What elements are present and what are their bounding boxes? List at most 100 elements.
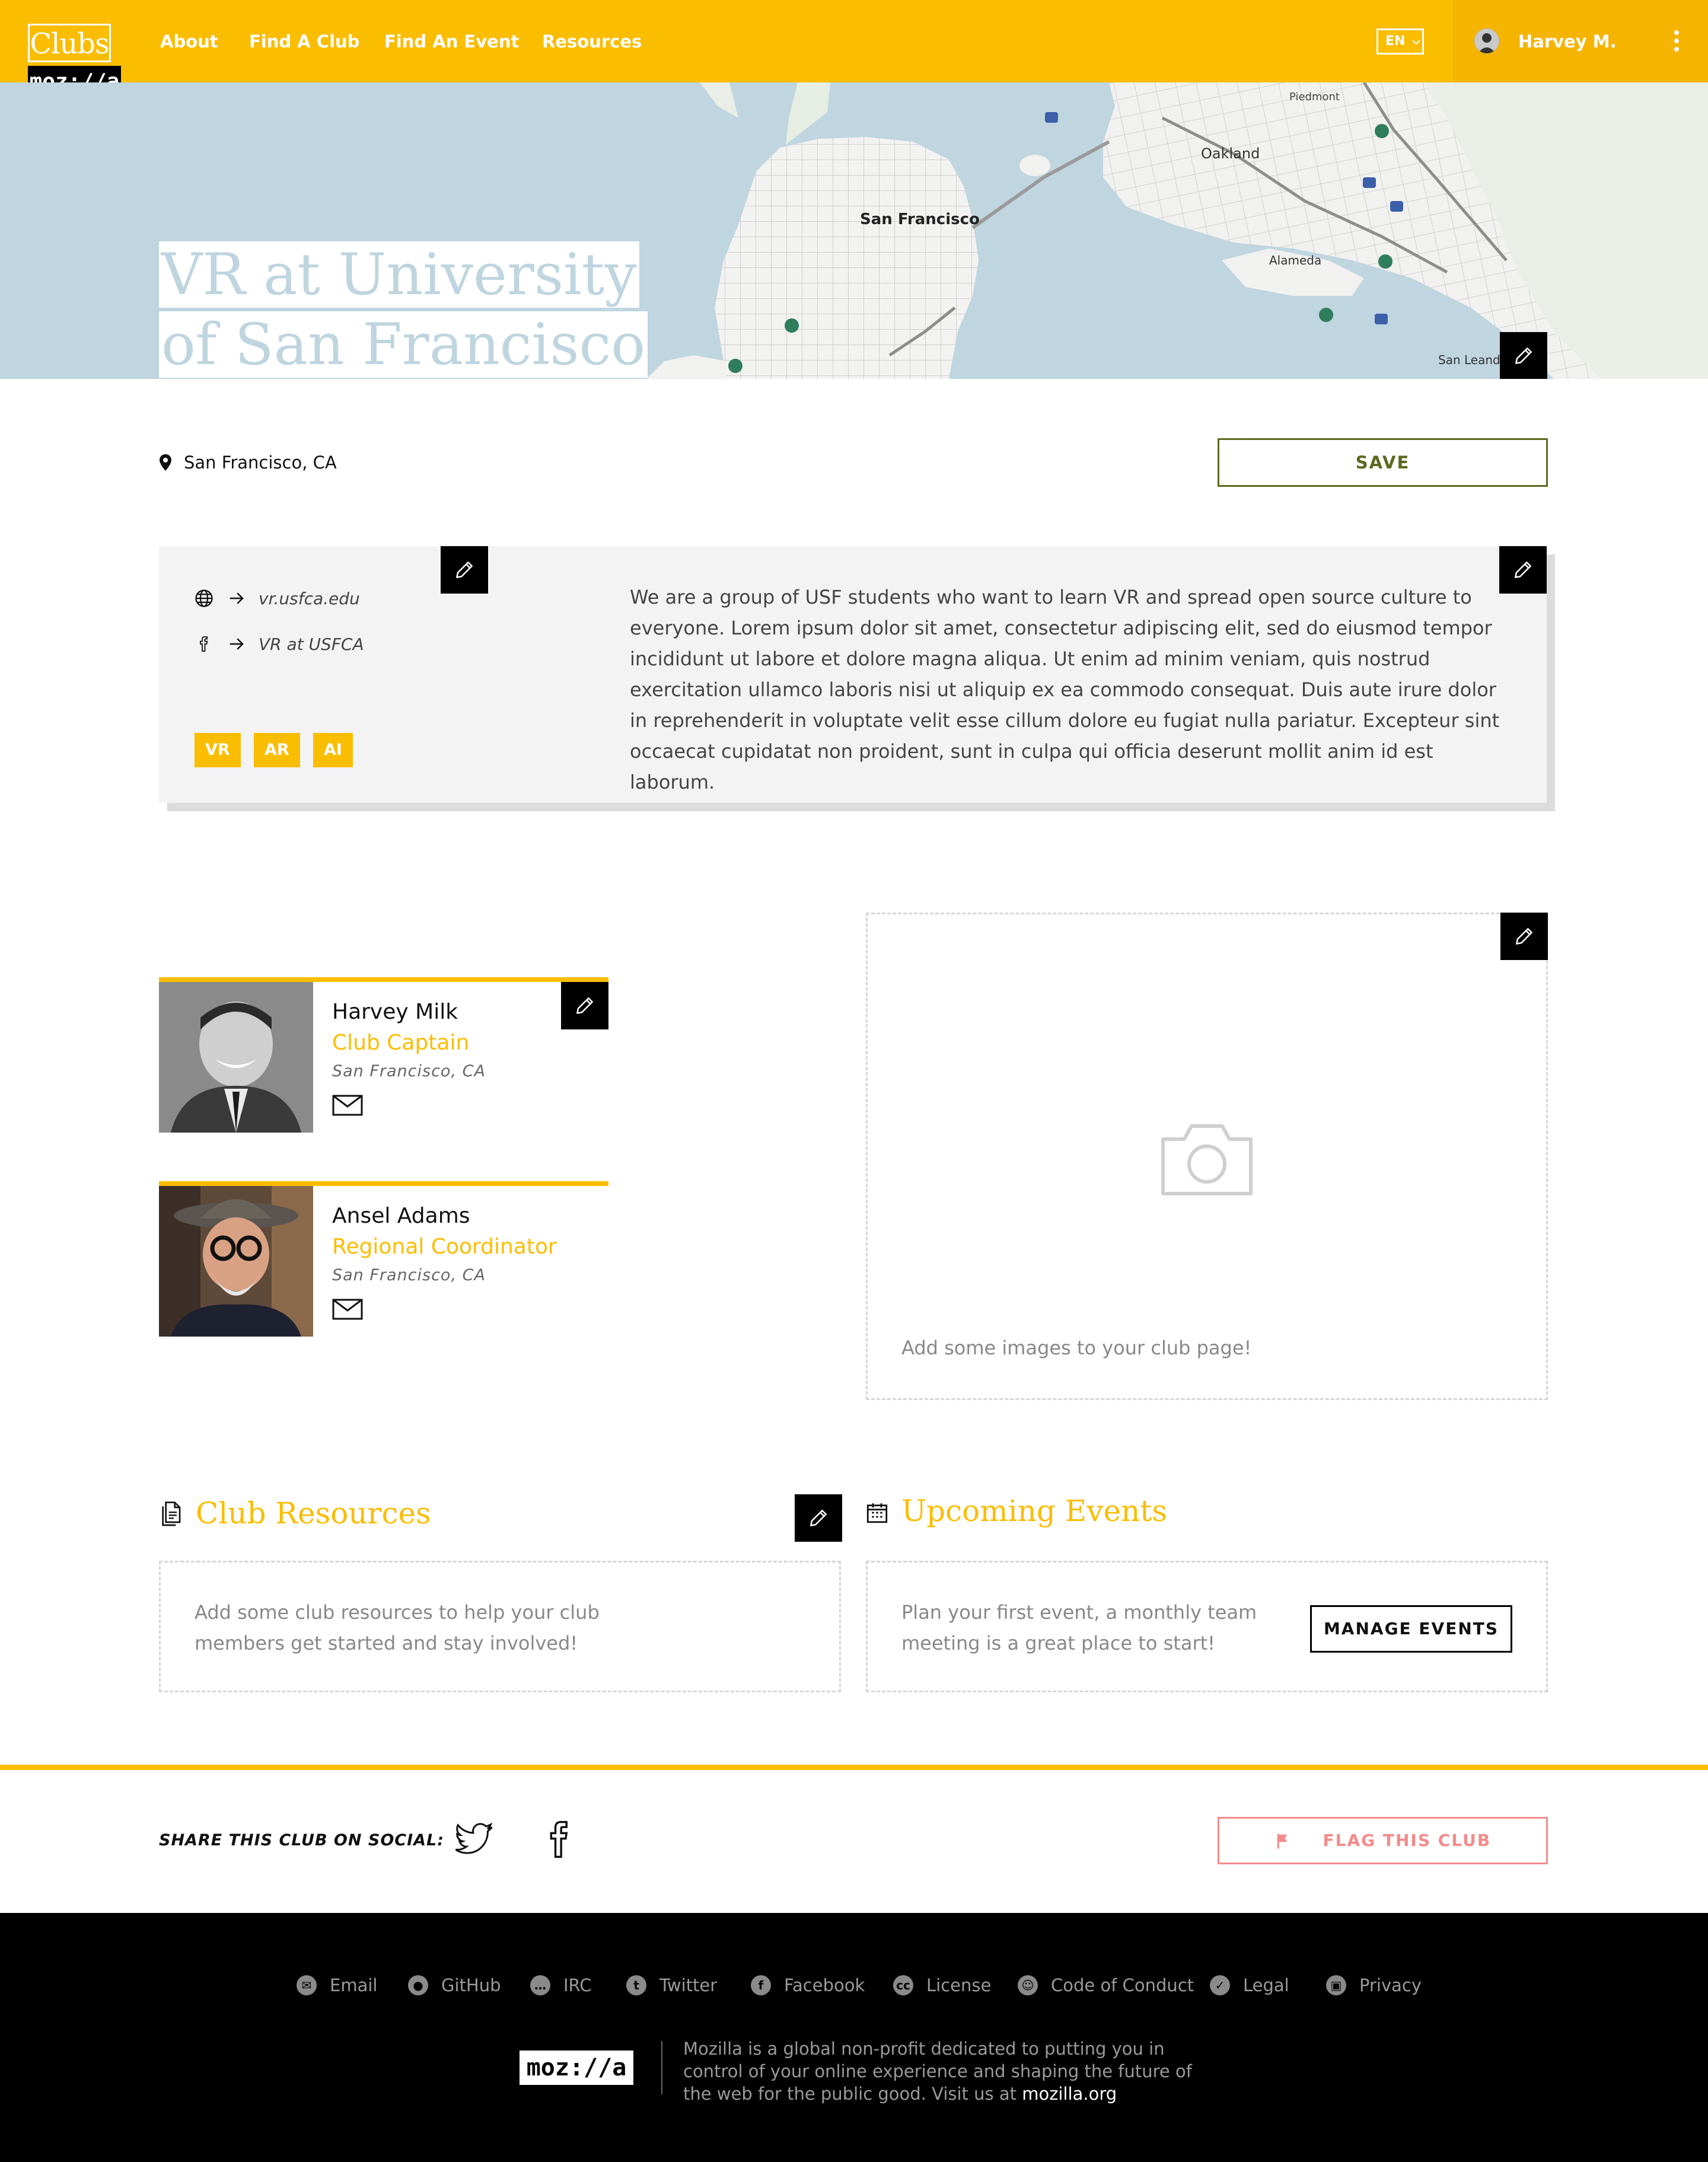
pencil-icon [576,997,593,1014]
twitter-icon[interactable] [455,1823,493,1856]
footer-link-label: GitHub [441,1975,501,1995]
site-footer: ✉ Email ● GitHub … IRC t Twitter f Facebook c… [0,1913,1708,2162]
user-menu[interactable]: Harvey M. [1453,0,1708,82]
footer-link-privacy[interactable]: ▣ Privacy [1326,1972,1422,1998]
email-icon: ✉ [297,1975,317,1995]
upcoming-events-title: Upcoming Events [901,1494,1168,1528]
more-options-icon[interactable] [1672,28,1681,55]
person-card: Harvey Milk Club Captain San Francisco, … [159,977,608,1133]
nav-about[interactable]: About [160,28,218,55]
club-hero-map: San Francisco Oakland Alameda San Leandr… [0,82,1708,379]
club-resources-box: Add some club resources to help your clu… [159,1561,841,1692]
pencil-icon [1516,928,1532,945]
edit-map-button[interactable] [1500,332,1547,379]
arrow-right-icon [230,592,244,604]
location-pin-icon [160,454,171,471]
facebook-icon[interactable] [546,1820,574,1858]
footer-link-facebook[interactable]: f Facebook [751,1972,865,1998]
facebook-icon: f [751,1975,771,1995]
club-info-card: vr.usfca.edu VR at USFCA VR AR AI We are… [159,546,1547,803]
footer-link-label: Facebook [784,1975,865,1995]
map-label-san-francisco: San Francisco [860,211,980,228]
person-role: Club Captain [332,1031,470,1055]
person-card: Ansel Adams Regional Coordinator San Fra… [159,1181,608,1337]
clubs-logo-text: Clubs [30,27,109,60]
pencil-icon [810,1510,827,1526]
section-divider [0,1765,1708,1770]
calendar-icon [866,1503,888,1523]
person-location: San Francisco, CA [332,1266,486,1284]
club-description: We are a group of USF students who want … [630,586,1500,793]
smiley-icon: ☺ [1018,1975,1038,1995]
website-link[interactable]: vr.usfca.edu [193,586,360,610]
github-icon: ● [408,1975,428,1995]
edit-description-button[interactable] [1499,546,1547,594]
footer-link-label: Privacy [1359,1975,1422,1995]
user-name: Harvey M. [1518,31,1617,52]
footer-link-github[interactable]: ● GitHub [408,1972,501,1998]
tag-vr[interactable]: VR [195,733,241,767]
footer-mozilla-logo[interactable]: moz://a [520,2051,633,2085]
clubs-logo[interactable]: Clubs [28,24,111,62]
email-icon[interactable] [332,1299,363,1320]
footer-link-twitter[interactable]: t Twitter [626,1972,717,1998]
email-icon[interactable] [332,1095,363,1116]
nav-find-an-event[interactable]: Find An Event [384,28,519,55]
person-role: Regional Coordinator [332,1235,557,1259]
edit-people-button[interactable] [561,982,608,1029]
upcoming-events-box: Plan your first event, a monthly team me… [866,1561,1548,1692]
club-title: VR at University of San Francisco [159,240,693,379]
edit-images-button[interactable] [1500,913,1548,960]
flag-club-label: FLAG THIS CLUB [1323,1831,1492,1850]
club-resources-title: Club Resources [196,1496,431,1530]
facebook-link[interactable]: VR at USFCA [193,632,364,656]
person-name: Ansel Adams [332,1204,470,1228]
footer-link-label: Code of Conduct [1051,1975,1194,1995]
flag-club-button[interactable]: FLAG THIS CLUB [1218,1817,1548,1864]
language-selector[interactable]: EN [1376,28,1424,55]
pencil-icon [1515,347,1532,364]
person-photo [159,982,313,1133]
person-photo [159,1186,313,1337]
mozilla-org-link[interactable]: mozilla.org [1022,2084,1117,2104]
footer-link-label: Legal [1243,1975,1289,1995]
pencil-icon [1515,562,1531,578]
save-button[interactable]: SAVE [1218,438,1548,487]
tag-ar[interactable]: AR [254,733,300,767]
lock-icon: ▣ [1326,1975,1346,1995]
share-label: SHARE THIS CLUB ON SOCIAL: [159,1831,445,1850]
club-images-dropzone[interactable]: Add some images to your club page! [866,913,1548,1400]
language-label: EN [1385,34,1406,49]
user-avatar [1474,28,1499,53]
nav-find-a-club[interactable]: Find A Club [249,28,359,55]
footer-link-code-of-conduct[interactable]: ☺ Code of Conduct [1018,1972,1194,1998]
resources-empty-note: Add some club resources to help your clu… [195,1601,600,1654]
chat-icon: … [530,1975,550,1995]
checkmark-icon: ✓ [1210,1975,1230,1995]
top-navigation-bar: Clubs moz://a About Find A Club Find An … [0,0,1708,97]
map-label-oakland: Oakland [1201,145,1260,162]
club-location-text: San Francisco, CA [184,452,337,473]
pencil-icon [456,562,473,578]
website-text: vr.usfca.edu [259,588,360,608]
edit-links-button[interactable] [441,546,488,594]
events-empty-note: Plan your first event, a monthly team me… [901,1601,1257,1654]
footer-link-legal[interactable]: ✓ Legal [1210,1972,1289,1998]
nav-resources[interactable]: Resources [542,28,642,55]
person-location: San Francisco, CA [332,1062,486,1080]
club-title-text: VR at University of San Francisco [159,241,648,378]
tag-ai[interactable]: AI [313,733,353,767]
footer-link-label: IRC [563,1975,592,1995]
flag-icon [1277,1833,1288,1849]
footer-link-license[interactable]: cc License [893,1972,991,1998]
facebook-icon [200,636,208,652]
footer-link-email[interactable]: ✉ Email [297,1972,377,1998]
manage-events-button[interactable]: MANAGE EVENTS [1310,1605,1512,1653]
arrow-right-icon [230,638,244,650]
facebook-text: VR at USFCA [259,634,364,654]
edit-resources-button[interactable] [795,1494,842,1542]
chevron-down-icon [1412,40,1420,45]
footer-link-irc[interactable]: … IRC [530,1972,592,1998]
footer-mission-text: Mozilla is a global non-profit dedicated… [683,2037,1193,2105]
creative-commons-icon: cc [893,1975,913,1995]
